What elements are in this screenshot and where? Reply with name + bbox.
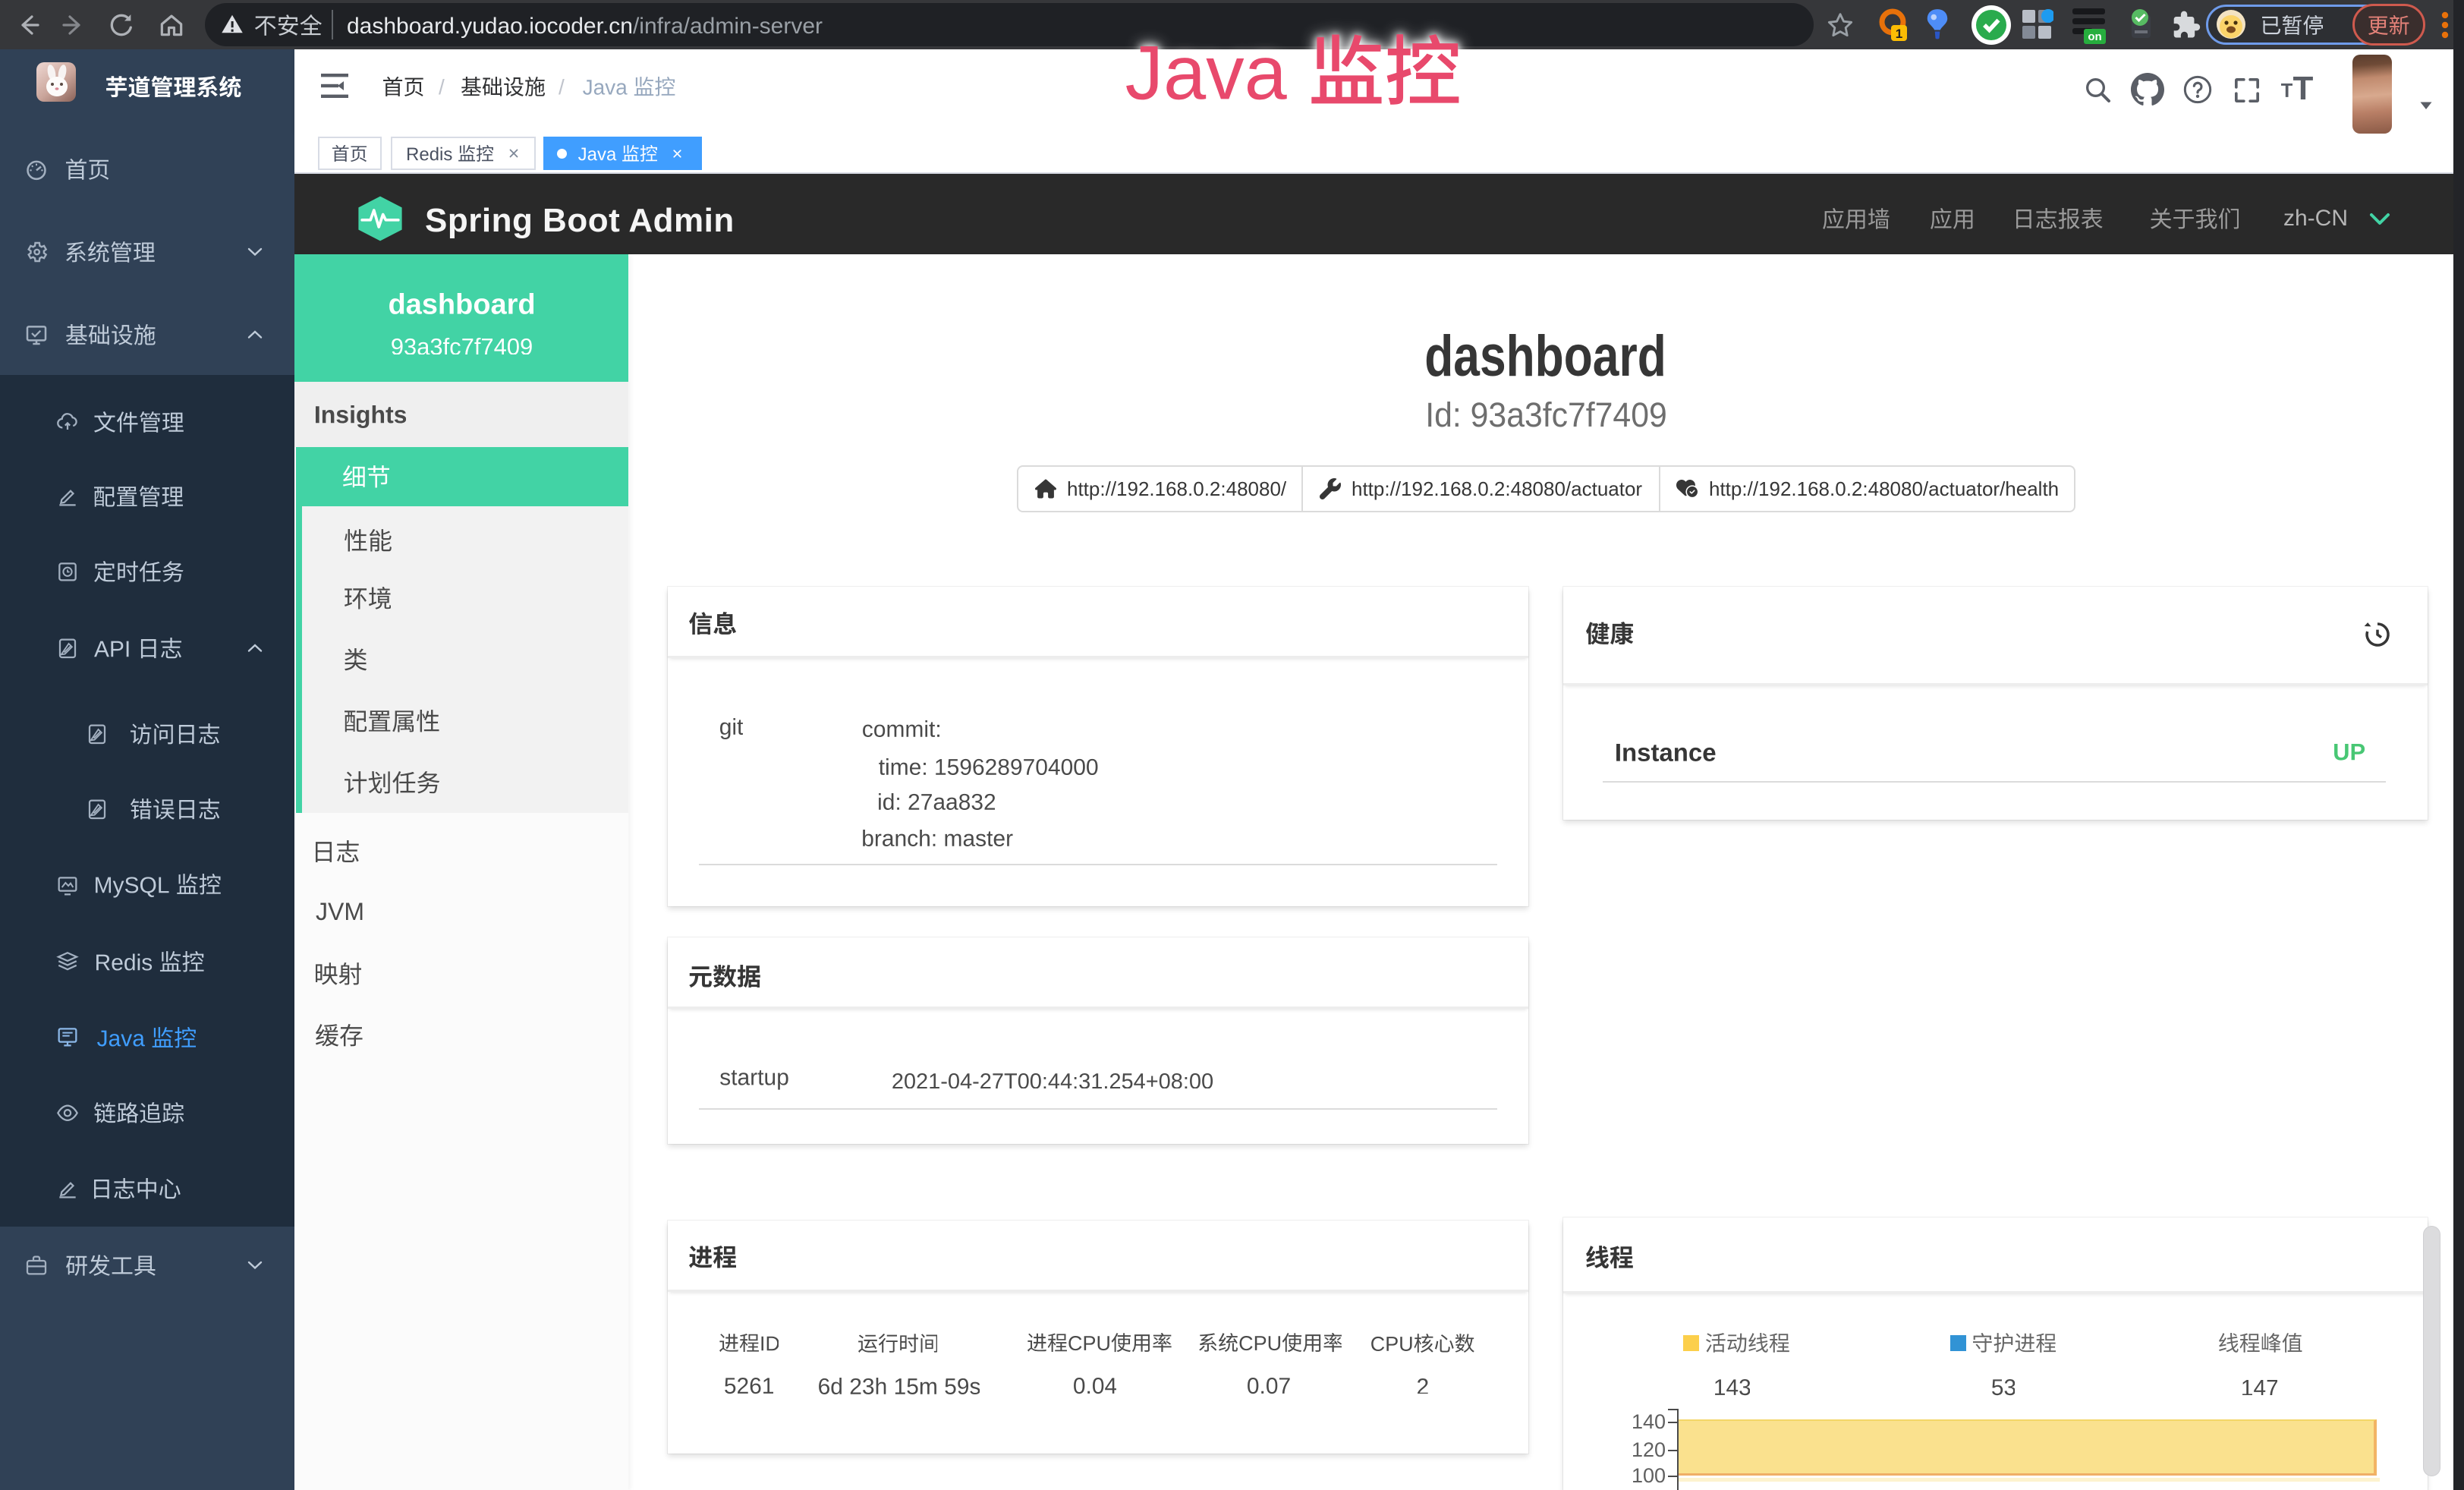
svg-text:on: on bbox=[2088, 30, 2101, 43]
svg-text:1: 1 bbox=[1896, 27, 1902, 41]
